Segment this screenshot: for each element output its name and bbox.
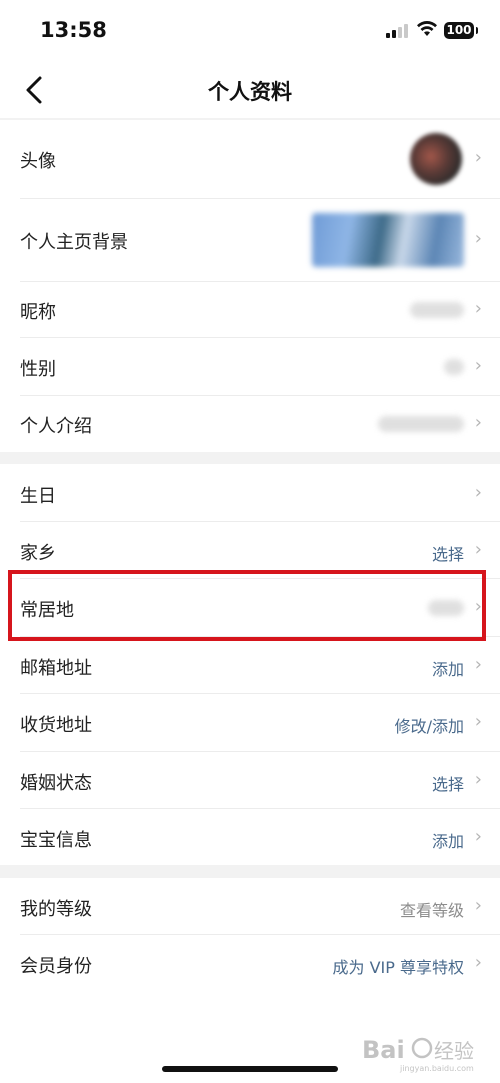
- row-label: 收货地址: [20, 715, 92, 736]
- profile-background-thumbnail: [312, 213, 464, 267]
- wifi-icon: [417, 20, 437, 36]
- status-time: 13:58: [40, 18, 107, 42]
- battery-icon: 100: [444, 22, 474, 39]
- row-label: 宝宝信息: [20, 830, 92, 851]
- nav-bar: 个人资料: [0, 62, 500, 118]
- svg-text:经验: 经验: [434, 1039, 474, 1063]
- chevron-right-icon: ›: [474, 482, 482, 503]
- chevron-right-icon: ›: [474, 826, 482, 847]
- row-baby-info[interactable]: 宝宝信息 添加 ›: [0, 809, 500, 865]
- row-label: 邮箱地址: [20, 658, 92, 679]
- row-label: 家乡: [20, 543, 56, 564]
- row-label: 会员身份: [20, 956, 92, 977]
- hometown-value: 选择: [431, 545, 464, 564]
- svg-text:jingyan.baidu.com: jingyan.baidu.com: [399, 1064, 474, 1073]
- membership-value: 成为 VIP 尊享特权: [332, 958, 465, 977]
- highlight-box: [8, 570, 486, 641]
- home-indicator[interactable]: [162, 1066, 338, 1072]
- chevron-right-icon: ›: [474, 952, 482, 973]
- row-label: 性别: [20, 359, 56, 380]
- row-label: 生日: [20, 486, 56, 507]
- marital-status-value: 选择: [431, 775, 464, 794]
- row-label: 婚姻状态: [20, 773, 92, 794]
- chevron-right-icon: ›: [474, 147, 482, 168]
- row-my-level[interactable]: 我的等级 查看等级 ›: [0, 878, 500, 934]
- avatar: [410, 133, 462, 185]
- page-title: 个人资料: [208, 80, 292, 104]
- chevron-right-icon: ›: [474, 228, 482, 249]
- row-email[interactable]: 邮箱地址 添加 ›: [0, 637, 500, 693]
- row-gender[interactable]: 性别 ›: [0, 338, 500, 395]
- row-label: 个人主页背景: [20, 232, 128, 253]
- nickname-value-blurred: [410, 302, 464, 318]
- row-label: 个人介绍: [20, 416, 92, 437]
- chevron-right-icon: ›: [474, 654, 482, 675]
- row-profile-background[interactable]: 个人主页背景 ›: [0, 199, 500, 281]
- row-shipping-address[interactable]: 收货地址 修改/添加 ›: [0, 694, 500, 751]
- chevron-right-icon: ›: [474, 355, 482, 376]
- status-bar: 13:58 100: [0, 0, 500, 62]
- row-membership[interactable]: 会员身份 成为 VIP 尊享特权 ›: [0, 935, 500, 992]
- baby-info-value: 添加: [431, 832, 464, 851]
- row-label: 昵称: [20, 302, 56, 323]
- row-nickname[interactable]: 昵称 ›: [0, 282, 500, 337]
- row-label: 我的等级: [20, 899, 92, 920]
- section-gap: [0, 452, 500, 464]
- row-marital-status[interactable]: 婚姻状态 选择 ›: [0, 752, 500, 808]
- introduction-value-blurred: [378, 416, 464, 432]
- row-avatar[interactable]: 头像 ›: [0, 120, 500, 198]
- section-gap: [0, 865, 500, 878]
- row-introduction[interactable]: 个人介绍 ›: [0, 396, 500, 452]
- gender-value-blurred: [444, 359, 464, 375]
- cellular-signal-icon: [386, 24, 408, 38]
- chevron-right-icon: ›: [474, 769, 482, 790]
- svg-text:Bai: Bai: [362, 1036, 405, 1064]
- chevron-right-icon: ›: [474, 539, 482, 560]
- chevron-right-icon: ›: [474, 711, 482, 732]
- my-level-value: 查看等级: [399, 901, 464, 920]
- battery-cap: [476, 27, 478, 34]
- row-label: 头像: [20, 151, 56, 172]
- email-value: 添加: [431, 660, 464, 679]
- shipping-address-value: 修改/添加: [394, 717, 464, 736]
- chevron-right-icon: ›: [474, 412, 482, 433]
- row-birthday[interactable]: 生日 ›: [0, 464, 500, 521]
- baidu-watermark-logo: Bai 经验 jingyan.baidu.com: [362, 1036, 474, 1073]
- chevron-right-icon: ›: [474, 298, 482, 319]
- chevron-right-icon: ›: [474, 895, 482, 916]
